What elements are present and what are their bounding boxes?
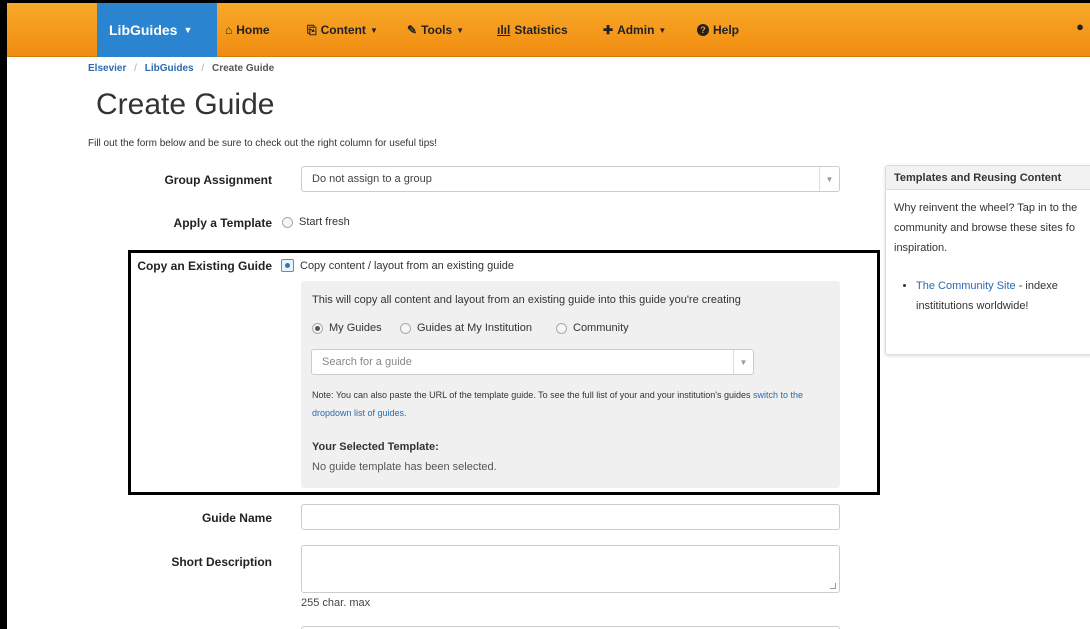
copy-guide-panel (301, 281, 840, 488)
copy-existing-option[interactable]: Copy content / layout from an existing g… (281, 259, 514, 272)
tips-line: Why reinvent the wheel? Tap in to the (894, 202, 1078, 214)
nav-home-label: Home (236, 23, 270, 37)
nav-help[interactable]: ? Help (697, 3, 739, 57)
screenshot-frame: LibGuides ▼ ⌂ Home ⎘ Content ▼ ✎ Tools ▼… (0, 0, 1090, 629)
start-fresh-radio[interactable] (282, 216, 293, 228)
scope-institution-radio[interactable] (400, 322, 411, 334)
breadcrumb-link-elsevier[interactable]: Elsevier (88, 63, 126, 74)
tips-panel-body: Why reinvent the wheel? Tap in to the co… (886, 190, 1090, 324)
nav-tools[interactable]: ✎ Tools ▼ (407, 3, 464, 57)
breadcrumb: Elsevier / LibGuides / Create Guide (88, 63, 274, 74)
brand-menu-button[interactable]: LibGuides ▼ (97, 3, 217, 57)
guide-search-placeholder: Search for a guide (322, 356, 412, 368)
community-site-link[interactable]: The Community Site (916, 280, 1016, 292)
guide-search-select[interactable]: Search for a guide ▼ (311, 349, 754, 375)
community-site-line2: instititutions worldwide! (916, 300, 1029, 312)
frame-border-left (0, 0, 7, 629)
scope-community-label: Community (573, 322, 629, 334)
list-item: The Community Site - indexe instititutio… (916, 276, 1086, 316)
tips-link-list: The Community Site - indexe instititutio… (894, 276, 1086, 316)
breadcrumb-current: Create Guide (211, 63, 275, 74)
nav-statistics[interactable]: ılıl Statistics (497, 3, 568, 57)
help-icon: ? (697, 24, 709, 36)
caret-down-icon: ▼ (369, 25, 378, 35)
top-navbar: LibGuides ▼ ⌂ Home ⎘ Content ▼ ✎ Tools ▼… (7, 3, 1090, 57)
tips-panel: Templates and Reusing Content Why reinve… (885, 165, 1090, 355)
apply-template-label: Apply a Template (173, 216, 272, 230)
nav-home[interactable]: ⌂ Home (225, 3, 270, 57)
brand-label: LibGuides (109, 22, 178, 38)
group-assignment-value: Do not assign to a group (312, 173, 432, 185)
short-description-textarea[interactable] (301, 545, 840, 593)
caret-down-icon: ▼ (658, 25, 667, 35)
caret-down-icon: ▼ (456, 25, 465, 35)
community-site-suffix: - indexe (1015, 280, 1058, 292)
tips-line: inspiration. (894, 242, 948, 254)
nav-content[interactable]: ⎘ Content ▼ (307, 3, 378, 57)
page-title: Create Guide (96, 88, 275, 121)
chevron-down-icon: ▼ (819, 167, 839, 191)
copy-existing-guide-label: Copy an Existing Guide (137, 259, 272, 273)
wrench-icon: ✎ (407, 23, 418, 37)
group-assignment-select[interactable]: Do not assign to a group ▼ (301, 166, 840, 192)
caret-down-icon: ▼ (183, 25, 193, 35)
note-text: Note: You can also paste the URL of the … (312, 390, 751, 400)
nav-admin[interactable]: ✚ Admin ▼ (603, 3, 666, 57)
page-intro: Fill out the form below and be sure to c… (88, 138, 438, 149)
content-icon: ⎘ (307, 22, 317, 37)
nav-admin-label: Admin (617, 23, 655, 37)
scope-my-guides[interactable]: My Guides (312, 322, 382, 334)
template-url-note: Note: You can also paste the URL of the … (312, 386, 832, 422)
copy-existing-radio[interactable] (281, 259, 294, 272)
resize-handle-icon[interactable] (830, 583, 836, 589)
tips-panel-title: Templates and Reusing Content (886, 166, 1090, 190)
start-fresh-option[interactable]: Start fresh (282, 216, 350, 228)
guide-name-label: Guide Name (201, 511, 272, 525)
guide-name-input[interactable] (301, 504, 840, 530)
scope-institution-label: Guides at My Institution (417, 322, 532, 334)
home-icon: ⌂ (225, 23, 233, 37)
bar-chart-icon: ılıl (497, 23, 511, 37)
start-fresh-label: Start fresh (299, 216, 350, 228)
scope-community[interactable]: Community (556, 322, 629, 334)
breadcrumb-separator: / (201, 63, 205, 74)
chevron-down-icon: ▼ (733, 350, 753, 374)
copy-existing-option-label: Copy content / layout from an existing g… (300, 259, 515, 272)
nav-tools-label: Tools (421, 23, 453, 37)
scope-my-guides-label: My Guides (329, 322, 382, 334)
breadcrumb-separator: / (134, 63, 137, 74)
group-assignment-label: Group Assignment (164, 173, 272, 187)
short-description-label: Short Description (171, 555, 272, 569)
selected-template-value: No guide template has been selected. (312, 461, 497, 473)
nav-statistics-label: Statistics (514, 23, 568, 37)
selected-template-title: Your Selected Template: (312, 441, 439, 453)
breadcrumb-link-libguides[interactable]: LibGuides (145, 63, 194, 74)
copy-guide-description: This will copy all content and layout fr… (312, 294, 741, 306)
description-char-limit: 255 char. max (301, 597, 371, 609)
user-icon[interactable]: ● (1076, 19, 1084, 34)
puzzle-icon: ✚ (603, 23, 614, 37)
tips-line: community and browse these sites fo (894, 222, 1075, 234)
scope-institution[interactable]: Guides at My Institution (400, 322, 532, 334)
scope-community-radio[interactable] (556, 322, 567, 334)
nav-help-label: Help (713, 23, 740, 37)
scope-my-guides-radio[interactable] (312, 322, 323, 334)
nav-content-label: Content (320, 23, 366, 37)
